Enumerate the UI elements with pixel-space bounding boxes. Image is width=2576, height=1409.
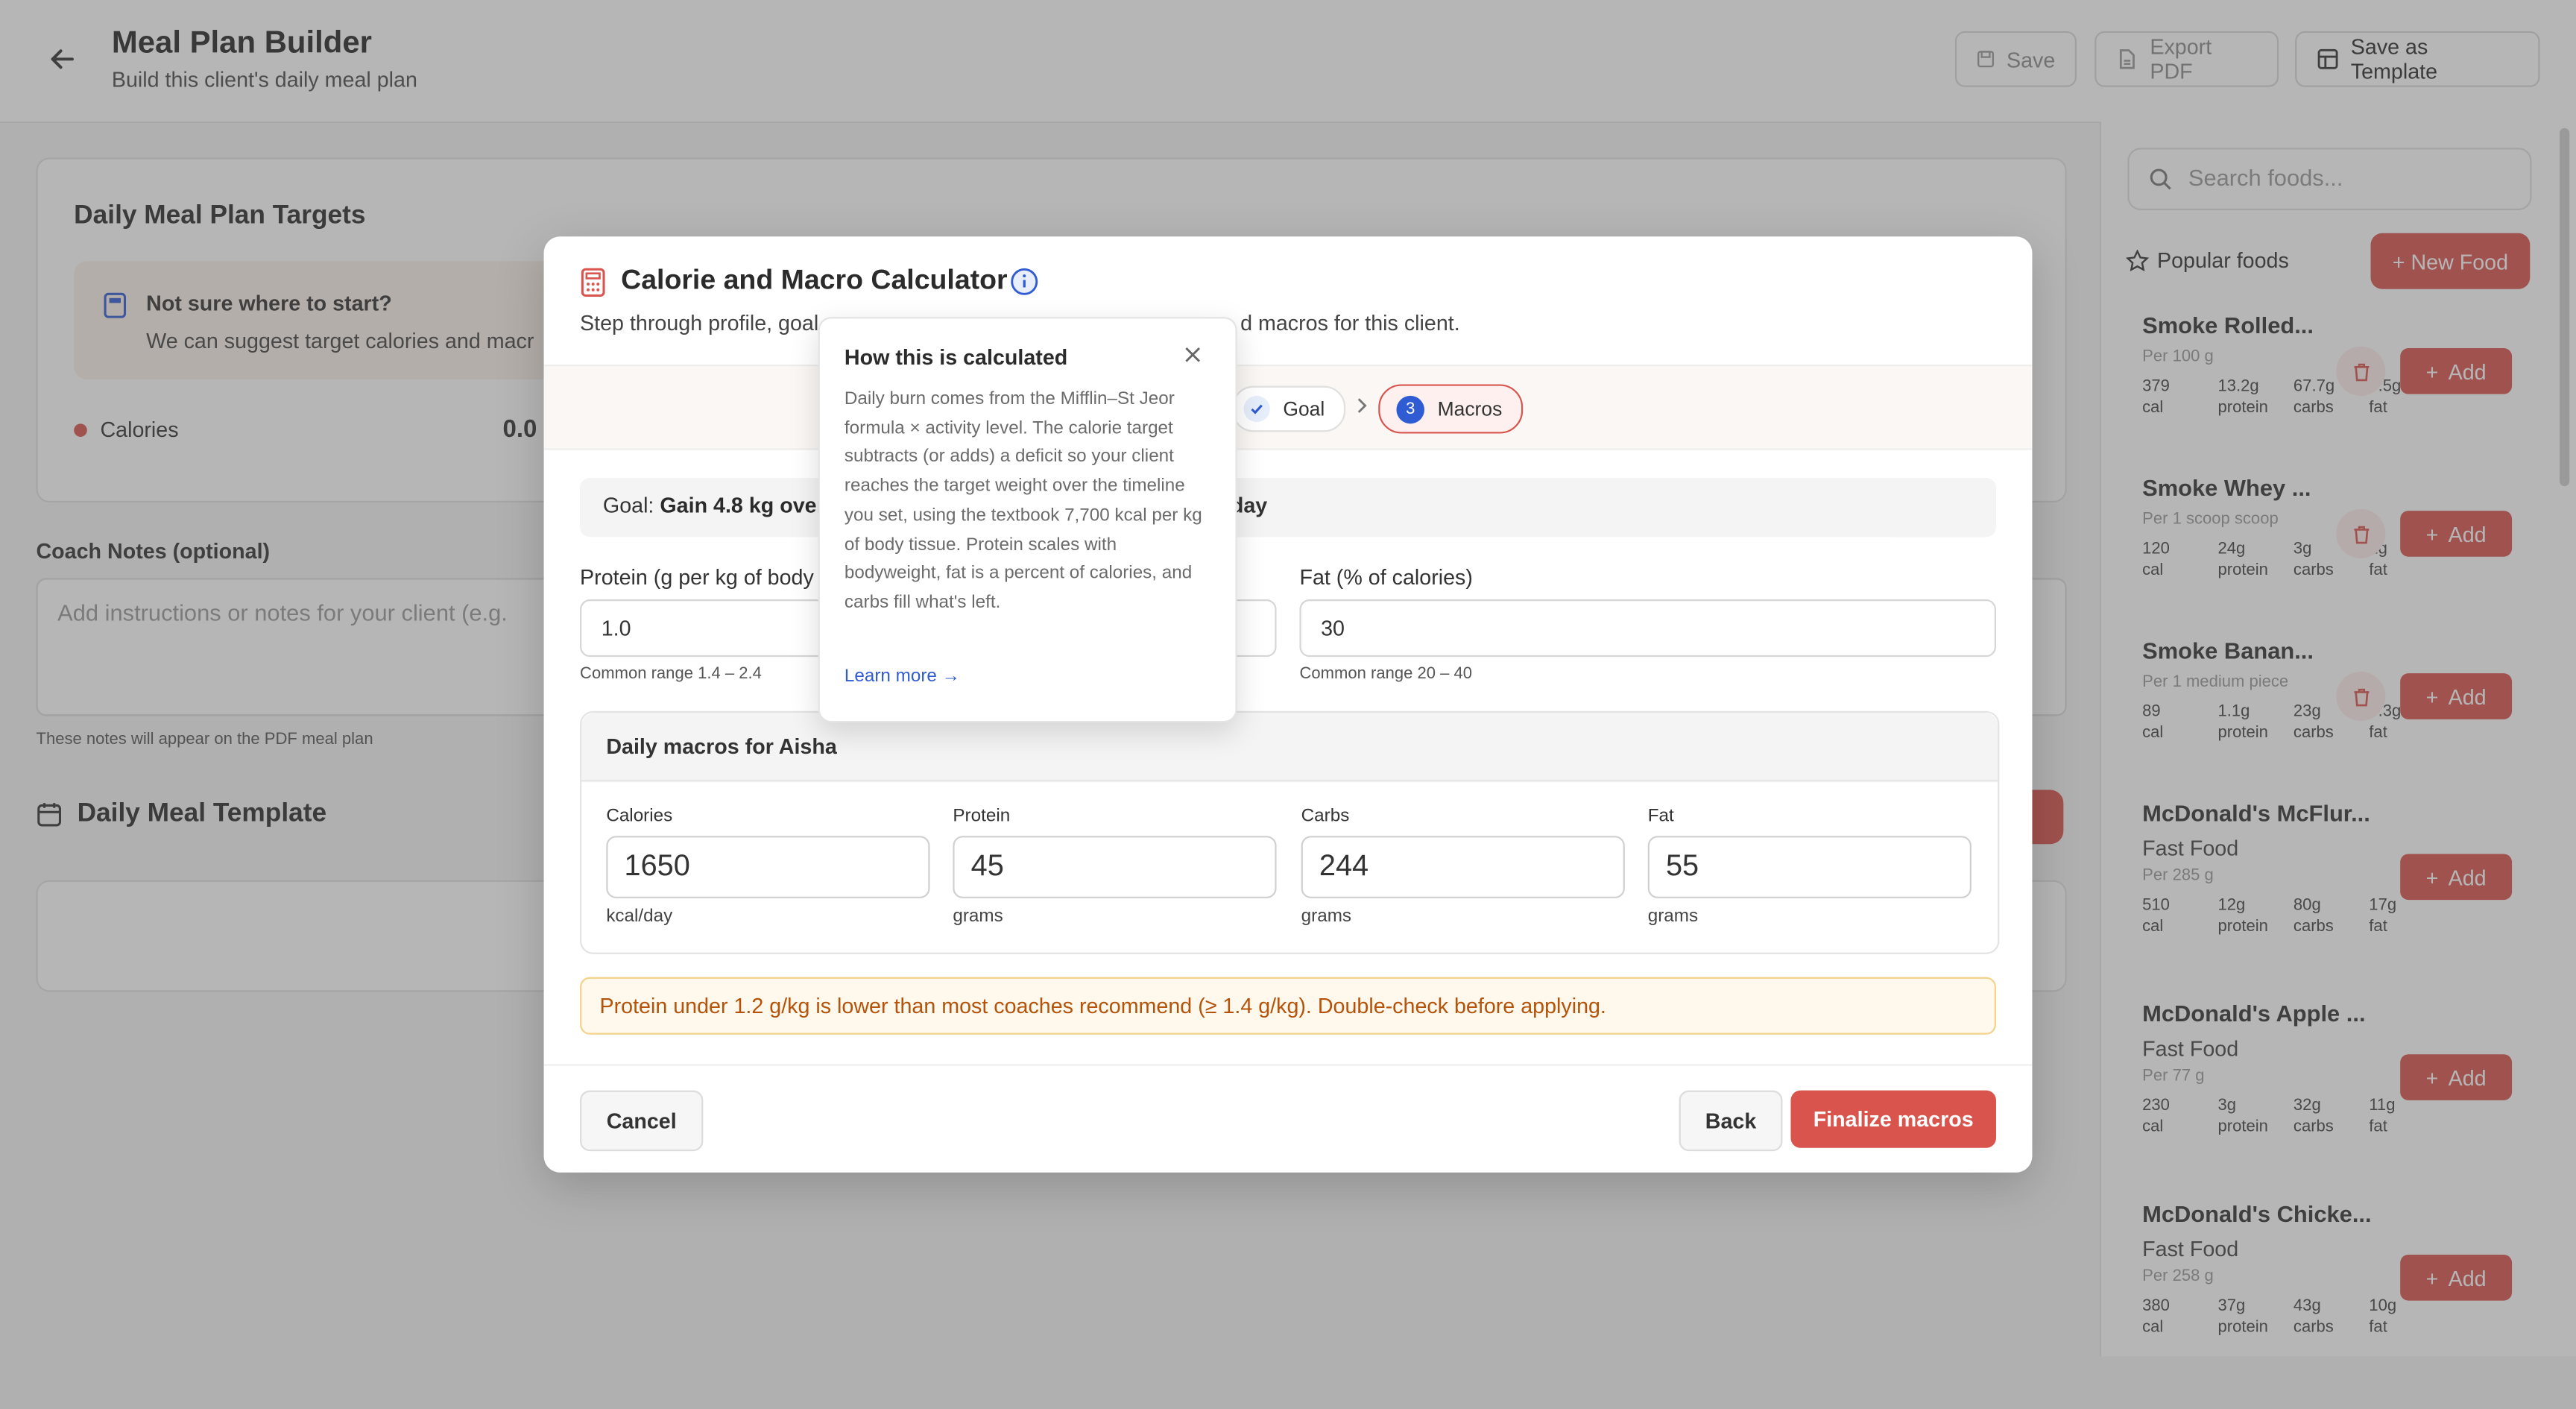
dialog-subtitle: Step through profile, goal xyxy=(580,310,819,335)
goal-text: Goal: Gain 4.8 kg over xyxy=(602,492,825,517)
goal-summary: Goal: Gain 4.8 kg over day xyxy=(580,478,1996,538)
protein-input[interactable]: 1.0 xyxy=(580,599,827,658)
calculator-icon xyxy=(581,268,605,297)
check-icon xyxy=(1243,395,1270,423)
fat-grams-label: Fat xyxy=(1647,806,1674,827)
tooltip-body: Daily burn comes from the Mifflin–St Jeo… xyxy=(844,389,1202,613)
step-goal[interactable]: Goal xyxy=(1232,385,1346,432)
protein-warning: Protein under 1.2 g/kg is lower than mos… xyxy=(580,977,1996,1035)
finalize-macros-button[interactable]: Finalize macros xyxy=(1790,1090,1996,1148)
fat-help: Common range 20 – 40 xyxy=(1299,665,1473,684)
step-macros[interactable]: 3 Macros xyxy=(1378,384,1524,434)
protein-help: Common range 1.4 – 2.4 xyxy=(580,665,762,684)
footer-divider xyxy=(543,1064,2033,1066)
fat-grams-input[interactable]: 55 xyxy=(1647,836,1972,898)
tooltip-title: How this is calculated xyxy=(844,344,1068,370)
calories-input[interactable]: 1650 xyxy=(606,836,930,898)
carbs-unit: grams xyxy=(1301,906,1352,927)
back-button[interactable]: Back xyxy=(1679,1090,1783,1152)
hidden-field-edge[interactable] xyxy=(1234,599,1277,658)
chevron-right-icon xyxy=(1357,398,1367,413)
daily-macros-header: Daily macros for Aisha xyxy=(581,713,1998,782)
protein-grams-label: Protein xyxy=(953,806,1011,827)
close-icon[interactable] xyxy=(1183,345,1202,365)
cancel-button[interactable]: Cancel xyxy=(580,1090,704,1152)
learn-more-link[interactable]: Learn more → xyxy=(845,666,960,686)
fat-unit: grams xyxy=(1647,906,1699,927)
daily-macros-panel: Daily macros for Aisha Calories 1650 kca… xyxy=(580,710,2000,954)
dialog-subtitle-end: d macros for this client. xyxy=(1240,310,1460,335)
carbs-label: Carbs xyxy=(1301,806,1350,827)
protein-label: Protein (g per kg of body xyxy=(580,564,814,590)
step-number: 3 xyxy=(1396,394,1424,423)
calories-unit: kcal/day xyxy=(606,906,673,927)
protein-grams-input[interactable]: 45 xyxy=(953,836,1277,898)
protein-unit: grams xyxy=(953,906,1003,927)
warning-text: Protein under 1.2 g/kg is lower than mos… xyxy=(599,993,1606,1018)
fat-input[interactable]: 30 xyxy=(1299,599,1996,658)
stepper: Goal 3 Macros xyxy=(543,365,2033,450)
info-icon[interactable] xyxy=(1011,268,1038,295)
calculation-tooltip: How this is calculated Daily burn comes … xyxy=(818,317,1237,723)
calories-label: Calories xyxy=(606,806,673,827)
macro-calculator-dialog: Calorie and Macro Calculator Step throug… xyxy=(543,236,2033,1173)
fat-label: Fat (% of calories) xyxy=(1299,564,1473,590)
step-goal-label: Goal xyxy=(1283,397,1325,420)
step-macros-label: Macros xyxy=(1437,397,1503,420)
carbs-input[interactable]: 244 xyxy=(1301,836,1625,898)
dialog-title: Calorie and Macro Calculator xyxy=(621,264,1008,296)
daily-macros-title: Daily macros for Aisha xyxy=(606,734,837,759)
